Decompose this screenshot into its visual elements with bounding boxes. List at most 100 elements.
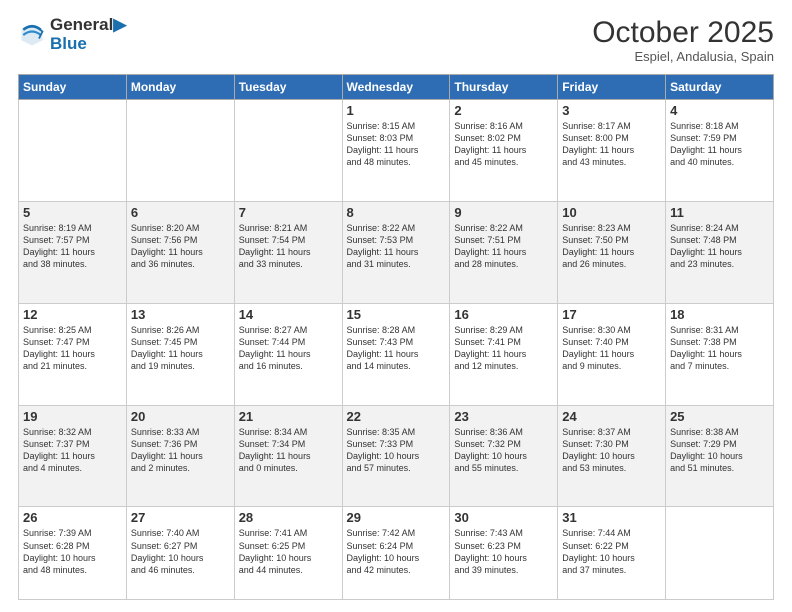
day-number: 18 <box>670 307 769 322</box>
table-row: 10 Sunrise: 8:23 AM Sunset: 7:50 PM Dayli… <box>558 201 666 303</box>
day-number: 14 <box>239 307 338 322</box>
day-number: 4 <box>670 103 769 118</box>
table-row: 18 Sunrise: 8:31 AM Sunset: 7:38 PM Dayli… <box>666 303 774 405</box>
table-row: 17 Sunrise: 8:30 AM Sunset: 7:40 PM Dayli… <box>558 303 666 405</box>
table-row: 20 Sunrise: 8:33 AM Sunset: 7:36 PM Dayli… <box>126 405 234 507</box>
cell-text: Sunrise: 8:25 AM Sunset: 7:47 PM Dayligh… <box>23 324 122 373</box>
cell-text: Sunrise: 8:35 AM Sunset: 7:33 PM Dayligh… <box>347 426 446 475</box>
calendar-week-row: 12Sunrise: 8:25 AM Sunset: 7:47 PM Dayli… <box>19 303 774 405</box>
table-row: 25Sunrise: 8:38 AM Sunset: 7:29 PM Dayli… <box>666 405 774 507</box>
table-row: 19 Sunrise: 8:32 AM Sunset: 7:37 PM Dayli… <box>19 405 127 507</box>
table-row <box>666 507 774 600</box>
table-row: 13 Sunrise: 8:26 AM Sunset: 7:45 PM Dayli… <box>126 303 234 405</box>
cell-text: Sunrise: 8:15 AM Sunset: 8:03 PM Dayligh… <box>347 120 446 169</box>
cell-text: Sunrise: 8:22 AM Sunset: 7:51 PM Dayligh… <box>454 222 553 271</box>
day-number: 23 <box>454 409 553 424</box>
cell-text: Sunrise: 8:27 AM Sunset: 7:44 PM Dayligh… <box>239 324 338 373</box>
table-row: 11 Sunrise: 8:24 AM Sunset: 7:48 PM Dayli… <box>666 201 774 303</box>
table-row: 7 Sunrise: 8:21 AM Sunset: 7:54 PM Daylig… <box>234 201 342 303</box>
title-block: October 2025 Espiel, Andalusia, Spain <box>592 16 774 64</box>
table-row: 23Sunrise: 8:36 AM Sunset: 7:32 PM Dayli… <box>450 405 558 507</box>
table-row: 16 Sunrise: 8:29 AM Sunset: 7:41 PM Dayli… <box>450 303 558 405</box>
header-friday: Friday <box>558 75 666 100</box>
table-row: 1 Sunrise: 8:15 AM Sunset: 8:03 PM Daylig… <box>342 100 450 202</box>
cell-text: Sunrise: 8:17 AM Sunset: 8:00 PM Dayligh… <box>562 120 661 169</box>
table-row: 30 Sunrise: 7:43 AM Sunset: 6:23 PM Dayli… <box>450 507 558 600</box>
calendar-week-row: 19 Sunrise: 8:32 AM Sunset: 7:37 PM Dayli… <box>19 405 774 507</box>
table-row: 12Sunrise: 8:25 AM Sunset: 7:47 PM Dayli… <box>19 303 127 405</box>
cell-text: Sunrise: 8:37 AM Sunset: 7:30 PM Dayligh… <box>562 426 661 475</box>
cell-text: Sunrise: 8:21 AM Sunset: 7:54 PM Dayligh… <box>239 222 338 271</box>
header-monday: Monday <box>126 75 234 100</box>
cell-text: Sunrise: 7:41 AM Sunset: 6:25 PM Dayligh… <box>239 527 338 576</box>
day-number: 8 <box>347 205 446 220</box>
table-row <box>126 100 234 202</box>
day-number: 26 <box>23 510 122 525</box>
header: General▶ Blue October 2025 Espiel, Andal… <box>18 16 774 64</box>
cell-text: Sunrise: 8:19 AM Sunset: 7:57 PM Dayligh… <box>23 222 122 271</box>
cell-text: Sunrise: 8:18 AM Sunset: 7:59 PM Dayligh… <box>670 120 769 169</box>
table-row <box>234 100 342 202</box>
cell-text: Sunrise: 7:42 AM Sunset: 6:24 PM Dayligh… <box>347 527 446 576</box>
cell-text: Sunrise: 8:29 AM Sunset: 7:41 PM Dayligh… <box>454 324 553 373</box>
day-number: 24 <box>562 409 661 424</box>
day-number: 31 <box>562 510 661 525</box>
day-number: 13 <box>131 307 230 322</box>
header-wednesday: Wednesday <box>342 75 450 100</box>
cell-text: Sunrise: 8:20 AM Sunset: 7:56 PM Dayligh… <box>131 222 230 271</box>
cell-text: Sunrise: 8:24 AM Sunset: 7:48 PM Dayligh… <box>670 222 769 271</box>
day-number: 11 <box>670 205 769 220</box>
cell-text: Sunrise: 7:43 AM Sunset: 6:23 PM Dayligh… <box>454 527 553 576</box>
day-number: 2 <box>454 103 553 118</box>
cell-text: Sunrise: 8:31 AM Sunset: 7:38 PM Dayligh… <box>670 324 769 373</box>
cell-text: Sunrise: 8:28 AM Sunset: 7:43 PM Dayligh… <box>347 324 446 373</box>
day-number: 5 <box>23 205 122 220</box>
logo-text: General▶ Blue <box>50 16 126 53</box>
month-title: October 2025 <box>592 16 774 49</box>
table-row: 26 Sunrise: 7:39 AM Sunset: 6:28 PM Dayli… <box>19 507 127 600</box>
cell-text: Sunrise: 7:39 AM Sunset: 6:28 PM Dayligh… <box>23 527 122 576</box>
day-number: 17 <box>562 307 661 322</box>
table-row: 8Sunrise: 8:22 AM Sunset: 7:53 PM Daylig… <box>342 201 450 303</box>
cell-text: Sunrise: 8:34 AM Sunset: 7:34 PM Dayligh… <box>239 426 338 475</box>
day-number: 30 <box>454 510 553 525</box>
table-row: 3 Sunrise: 8:17 AM Sunset: 8:00 PM Daylig… <box>558 100 666 202</box>
cell-text: Sunrise: 8:30 AM Sunset: 7:40 PM Dayligh… <box>562 324 661 373</box>
day-number: 20 <box>131 409 230 424</box>
header-saturday: Saturday <box>666 75 774 100</box>
cell-text: Sunrise: 7:44 AM Sunset: 6:22 PM Dayligh… <box>562 527 661 576</box>
table-row <box>19 100 127 202</box>
cell-text: Sunrise: 8:26 AM Sunset: 7:45 PM Dayligh… <box>131 324 230 373</box>
cell-text: Sunrise: 8:33 AM Sunset: 7:36 PM Dayligh… <box>131 426 230 475</box>
header-tuesday: Tuesday <box>234 75 342 100</box>
day-number: 6 <box>131 205 230 220</box>
table-row: 22 Sunrise: 8:35 AM Sunset: 7:33 PM Dayli… <box>342 405 450 507</box>
table-row: 9 Sunrise: 8:22 AM Sunset: 7:51 PM Daylig… <box>450 201 558 303</box>
day-number: 7 <box>239 205 338 220</box>
table-row: 31 Sunrise: 7:44 AM Sunset: 6:22 PM Dayli… <box>558 507 666 600</box>
day-number: 9 <box>454 205 553 220</box>
table-row: 28Sunrise: 7:41 AM Sunset: 6:25 PM Dayli… <box>234 507 342 600</box>
header-thursday: Thursday <box>450 75 558 100</box>
table-row: 24 Sunrise: 8:37 AM Sunset: 7:30 PM Dayli… <box>558 405 666 507</box>
cell-text: Sunrise: 8:38 AM Sunset: 7:29 PM Dayligh… <box>670 426 769 475</box>
calendar-header-row: Sunday Monday Tuesday Wednesday Thursday… <box>19 75 774 100</box>
calendar-week-row: 1 Sunrise: 8:15 AM Sunset: 8:03 PM Daylig… <box>19 100 774 202</box>
table-row: 14 Sunrise: 8:27 AM Sunset: 7:44 PM Dayli… <box>234 303 342 405</box>
day-number: 1 <box>347 103 446 118</box>
day-number: 27 <box>131 510 230 525</box>
day-number: 3 <box>562 103 661 118</box>
subtitle: Espiel, Andalusia, Spain <box>592 49 774 64</box>
logo-icon <box>18 21 46 49</box>
logo: General▶ Blue <box>18 16 126 53</box>
day-number: 15 <box>347 307 446 322</box>
cell-text: Sunrise: 8:23 AM Sunset: 7:50 PM Dayligh… <box>562 222 661 271</box>
day-number: 16 <box>454 307 553 322</box>
table-row: 27Sunrise: 7:40 AM Sunset: 6:27 PM Dayli… <box>126 507 234 600</box>
day-number: 22 <box>347 409 446 424</box>
day-number: 10 <box>562 205 661 220</box>
table-row: 2Sunrise: 8:16 AM Sunset: 8:02 PM Daylig… <box>450 100 558 202</box>
cell-text: Sunrise: 8:32 AM Sunset: 7:37 PM Dayligh… <box>23 426 122 475</box>
day-number: 19 <box>23 409 122 424</box>
table-row: 4 Sunrise: 8:18 AM Sunset: 7:59 PM Daylig… <box>666 100 774 202</box>
